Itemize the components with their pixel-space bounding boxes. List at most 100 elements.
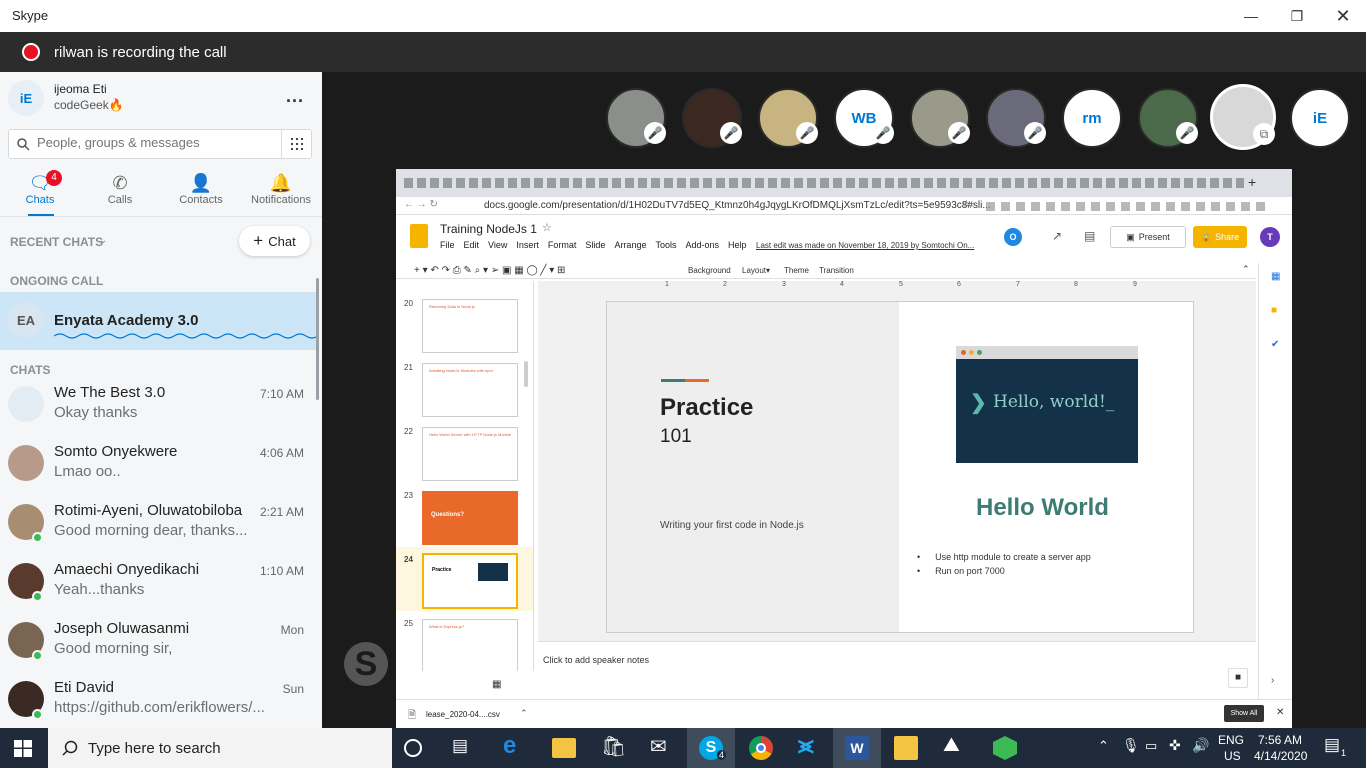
- extension-icons[interactable]: [986, 202, 1266, 211]
- vscode-icon[interactable]: ⪤: [798, 732, 814, 760]
- participant-video[interactable]: 🎤: [606, 88, 666, 148]
- chat-item[interactable]: Rotimi-Ayeni, Oluwatobiloba 2:21 AM Good…: [0, 496, 318, 555]
- edge-icon[interactable]: e: [503, 732, 516, 760]
- scrollbar[interactable]: [524, 361, 528, 387]
- volume-icon[interactable]: 🔊: [1192, 737, 1209, 754]
- download-filename[interactable]: lease_2020-04....csv: [426, 710, 500, 719]
- current-slide[interactable]: Practice 101 Writing your first code in …: [606, 301, 1194, 633]
- dialpad-icon[interactable]: [291, 138, 303, 150]
- nav-chats[interactable]: 🗨 Chats 4: [0, 170, 80, 210]
- address-bar[interactable]: ← → ↻ docs.google.com/presentation/d/1H0…: [396, 197, 1292, 215]
- url-text[interactable]: docs.google.com/presentation/d/1H02DuTV7…: [484, 200, 991, 211]
- nav-contacts[interactable]: 👤 Contacts: [161, 172, 241, 210]
- slide-thumbnail[interactable]: Hello World Server with HTTP Node.js Mod…: [422, 427, 518, 481]
- keep-icon[interactable]: ■: [1271, 305, 1277, 316]
- task-view-icon[interactable]: ▤: [452, 736, 468, 756]
- menu-insert[interactable]: Insert: [516, 240, 539, 250]
- new-tab-icon[interactable]: +: [1248, 174, 1256, 190]
- slide-thumbnail[interactable]: Installing NodeJs Modules with npm: [422, 363, 518, 417]
- slide-thumbnail[interactable]: What is Express.js?: [422, 619, 518, 671]
- background-button[interactable]: Background: [688, 266, 731, 275]
- comments-icon[interactable]: ▤: [1084, 229, 1095, 243]
- browser-tab-strip[interactable]: +: [396, 169, 1292, 197]
- menu-file[interactable]: File: [440, 240, 455, 250]
- nav-calls[interactable]: ✆ Calls: [80, 172, 160, 210]
- collapse-icon[interactable]: ⌃: [1242, 264, 1250, 275]
- wifi-icon[interactable]: ✜: [1169, 737, 1181, 754]
- chat-item[interactable]: Eti David Sun https://github.com/erikflo…: [0, 673, 318, 728]
- menu-view[interactable]: View: [488, 240, 507, 250]
- chat-item[interactable]: We The Best 3.0 7:10 AM Okay thanks: [0, 378, 318, 437]
- chevron-up-icon[interactable]: ⌃: [1098, 738, 1109, 754]
- slide-thumbnail-selected[interactable]: Practice: [422, 553, 518, 609]
- close-icon[interactable]: ✕: [1276, 707, 1284, 718]
- recent-chats-label[interactable]: RECENT CHATS: [10, 235, 103, 249]
- search-input[interactable]: [37, 135, 277, 150]
- participant-avatar[interactable]: iE: [1290, 88, 1350, 148]
- layout-button[interactable]: Layout▾: [742, 266, 770, 275]
- participant-video[interactable]: 🎤: [910, 88, 970, 148]
- new-chat-button[interactable]: + Chat: [239, 226, 310, 256]
- language-primary[interactable]: ENG: [1218, 733, 1244, 747]
- notification-center-icon[interactable]: ▤: [1324, 735, 1340, 755]
- nodejs-icon[interactable]: [993, 736, 1017, 760]
- participant-avatar[interactable]: rm: [1062, 88, 1122, 148]
- chevron-up-icon[interactable]: ⌃: [520, 708, 528, 719]
- document-title[interactable]: Training NodeJs 1: [440, 222, 537, 236]
- menu-tools[interactable]: Tools: [655, 240, 676, 250]
- language-region[interactable]: US: [1224, 749, 1241, 763]
- collaborator-avatar[interactable]: O: [1004, 228, 1022, 246]
- mail-icon[interactable]: ✉: [650, 734, 667, 759]
- chat-item[interactable]: Somto Onyekwere 4:06 AM Lmao oo..: [0, 437, 318, 496]
- activity-icon[interactable]: ↗: [1052, 229, 1062, 243]
- nav-notifications[interactable]: 🔔 Notifications: [241, 172, 321, 210]
- menu-edit[interactable]: Edit: [464, 240, 480, 250]
- transition-button[interactable]: Transition: [819, 266, 854, 275]
- battery-icon[interactable]: ▭: [1145, 738, 1157, 754]
- clock-date[interactable]: 4/14/2020: [1254, 749, 1307, 763]
- menu-slide[interactable]: Slide: [585, 240, 605, 250]
- cortana-icon[interactable]: [404, 739, 422, 757]
- explore-icon[interactable]: ■: [1228, 668, 1248, 688]
- search-box[interactable]: [8, 129, 312, 159]
- maximize-button[interactable]: ❐: [1274, 0, 1320, 32]
- profile-status[interactable]: codeGeek🔥: [54, 98, 124, 112]
- ongoing-call-item[interactable]: EA Enyata Academy 3.0: [0, 292, 318, 350]
- close-button[interactable]: ✕: [1320, 0, 1366, 32]
- participant-video[interactable]: 🎤: [758, 88, 818, 148]
- chat-item[interactable]: Amaechi Onyedikachi 1:10 AM Yeah...thank…: [0, 555, 318, 614]
- star-icon[interactable]: ☆: [542, 221, 552, 234]
- word-taskbar-button[interactable]: W: [833, 728, 881, 768]
- more-options-icon[interactable]: ...: [286, 86, 304, 107]
- participant-video[interactable]: 🎤: [986, 88, 1046, 148]
- participant-avatar[interactable]: WB 🎤: [834, 88, 894, 148]
- calendar-icon[interactable]: ▦: [1271, 271, 1280, 282]
- slide-thumbnail[interactable]: Questions?: [422, 491, 518, 545]
- chat-item[interactable]: Joseph Oluwasanmi Mon Good morning sir,: [0, 614, 318, 673]
- grid-view-icon[interactable]: ▦: [492, 679, 501, 690]
- skype-taskbar-button[interactable]: S 4: [687, 728, 735, 768]
- toolbar-icons[interactable]: + ▾ ↶ ↷ ⎙ ✎ ⌕ ▾ ➢ ▣ ▦ ◯ ╱ ▾ ⊞: [414, 265, 565, 276]
- chevron-down-icon[interactable]: ⌄: [99, 235, 107, 246]
- store-icon[interactable]: 🛍: [601, 734, 626, 759]
- profile-name[interactable]: ijeoma Eti: [54, 82, 107, 96]
- last-edit-link[interactable]: Last edit was made on November 18, 2019 …: [756, 241, 974, 250]
- notes-placeholder[interactable]: Click to add speaker notes: [543, 655, 649, 665]
- present-button[interactable]: ▣ Present: [1110, 226, 1186, 248]
- photos-icon[interactable]: ⛰: [943, 734, 960, 757]
- clock-time[interactable]: 7:56 AM: [1258, 733, 1302, 747]
- slide-thumbnail[interactable]: Returning Data in Node.js: [422, 299, 518, 353]
- windows-start-icon[interactable]: [14, 740, 32, 757]
- show-all-button[interactable]: Show All: [1224, 705, 1264, 722]
- menu-help[interactable]: Help: [728, 240, 747, 250]
- star-icon[interactable]: ☆: [962, 199, 971, 210]
- menu-format[interactable]: Format: [548, 240, 577, 250]
- expand-panel-icon[interactable]: ›: [1271, 675, 1274, 686]
- menu-addons[interactable]: Add-ons: [685, 240, 719, 250]
- microphone-icon[interactable]: 🎙: [1122, 737, 1140, 754]
- minimize-button[interactable]: —: [1228, 0, 1274, 32]
- tasks-icon[interactable]: ✔: [1271, 339, 1279, 350]
- tab-icons[interactable]: [404, 178, 1244, 188]
- share-button[interactable]: 🔒 Share: [1193, 226, 1247, 248]
- file-explorer-icon[interactable]: [552, 738, 576, 758]
